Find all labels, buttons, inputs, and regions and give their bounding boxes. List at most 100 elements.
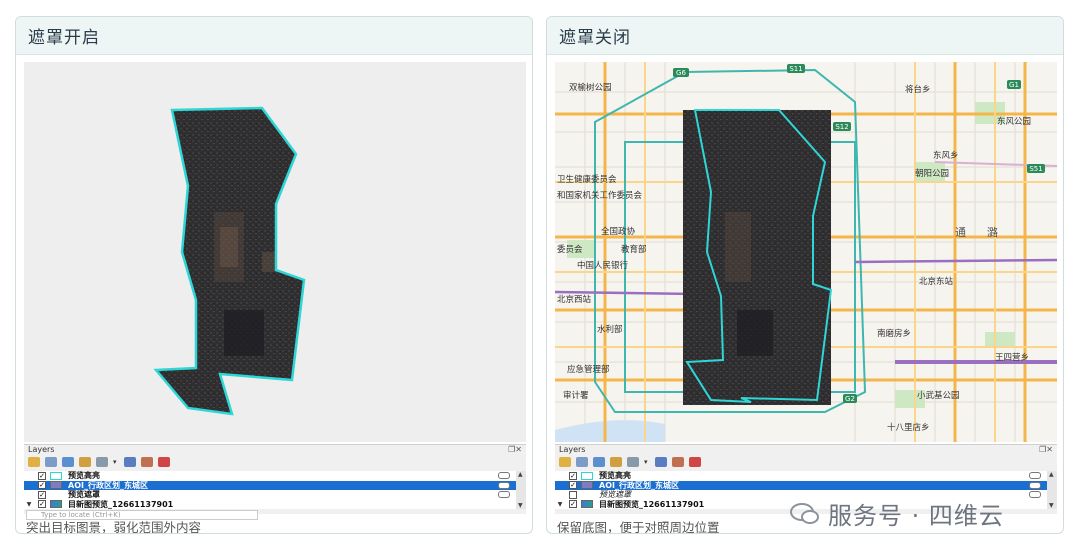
- layer-name: AOI_行政区划_东城区: [599, 480, 679, 490]
- shield-g6: G6: [676, 69, 686, 77]
- eye-icon[interactable]: [62, 457, 74, 467]
- layer-swatch: [581, 481, 593, 490]
- layer-checkbox[interactable]: [569, 490, 577, 499]
- map-label: 王四营乡: [995, 352, 1029, 363]
- layer-style-icon[interactable]: [498, 472, 510, 479]
- raster-icon: [581, 500, 593, 509]
- map-label: 北京东站: [919, 276, 954, 287]
- layer-checkbox[interactable]: ✓: [38, 490, 46, 499]
- map-label: 教育部: [621, 244, 647, 255]
- layer-row[interactable]: ✓ 预览遮罩: [24, 490, 516, 500]
- layer-style-icon[interactable]: [498, 481, 510, 489]
- panel-float-icon[interactable]: ❐✕: [1039, 445, 1053, 454]
- layer-style-icon[interactable]: [498, 491, 510, 498]
- layer-checkbox[interactable]: ✓: [569, 481, 577, 490]
- layer-row[interactable]: ✓ AOI_行政区划_东城区: [555, 480, 1047, 490]
- shield-s12: S12: [835, 123, 848, 131]
- expression-filter-icon[interactable]: [96, 457, 108, 467]
- mask-off-panel: 遮罩关闭 G6 S11 S12 G1 S51 G2 双榆树公园 卫生健康委员会 …: [546, 16, 1064, 534]
- scroll-down-icon[interactable]: ▼: [518, 502, 523, 509]
- map-label: 十八里店乡: [887, 422, 930, 433]
- layer-checkbox[interactable]: ✓: [569, 471, 577, 480]
- map-label: 南磨房乡: [877, 328, 911, 339]
- layer-style-icon[interactable]: [1029, 481, 1041, 489]
- layer-style-icon[interactable]: [1029, 472, 1041, 479]
- layers-title: Layers: [28, 445, 55, 454]
- layer-name: 预览高亮: [68, 471, 100, 481]
- layer-checkbox[interactable]: ✓: [569, 500, 577, 509]
- shield-s11: S11: [789, 65, 802, 73]
- panel-header: 遮罩开启: [16, 17, 532, 55]
- layer-row[interactable]: ✓ 预览高亮: [24, 471, 516, 481]
- expand-arrow-icon[interactable]: ▼: [555, 500, 565, 509]
- base-map: G6 S11 S12 G1 S51 G2 双榆树公园 卫生健康委员会 和国家机关…: [555, 62, 1057, 442]
- shield-g1: G1: [1009, 81, 1019, 89]
- remove-layer-icon[interactable]: [158, 457, 170, 467]
- layer-checkbox[interactable]: ✓: [38, 471, 46, 480]
- layer-row[interactable]: ✓ 预览高亮: [555, 471, 1047, 481]
- layer-style-icon[interactable]: [1029, 491, 1041, 498]
- panel-caption: 突出目标图景，弱化范围外内容: [26, 520, 202, 534]
- map-label: 全国政协: [601, 226, 636, 237]
- scroll-down-icon[interactable]: ▼: [1049, 502, 1054, 509]
- expression-filter-icon[interactable]: [627, 457, 639, 467]
- layer-swatch: [581, 490, 593, 499]
- layer-swatch: [50, 490, 62, 499]
- layer-row[interactable]: ▼ ✓ 目新图预览_12661137901: [24, 500, 516, 510]
- layer-name: AOI_行政区划_东城区: [68, 480, 148, 490]
- layers-panel: Layers ❐✕ ▾ ✓ 预览高亮 ✓: [24, 444, 526, 520]
- layer-swatch: [50, 481, 62, 490]
- map-label: 北京西站: [557, 294, 592, 305]
- eye-icon[interactable]: [593, 457, 605, 467]
- filter-icon[interactable]: [79, 457, 91, 467]
- expand-all-icon[interactable]: [124, 457, 136, 467]
- layer-row[interactable]: ✓ AOI_行政区划_东城区: [24, 480, 516, 490]
- panel-float-icon[interactable]: ❐✕: [508, 445, 522, 454]
- layer-list: ✓ 预览高亮 ✓ AOI_行政区划_东城区 ✓ 预览遮罩 ▼ ✓ 目新图预览_1…: [24, 471, 516, 509]
- add-group-icon[interactable]: [45, 457, 57, 467]
- layers-toolbar: ▾: [559, 455, 701, 469]
- scroll-up-icon[interactable]: ▲: [518, 471, 523, 478]
- map-label: 通: [955, 226, 966, 239]
- chevron-down-icon[interactable]: ▾: [644, 457, 650, 467]
- map-view-masked[interactable]: [24, 62, 526, 442]
- layer-checkbox[interactable]: ✓: [38, 500, 46, 509]
- map-label: 将台乡: [905, 84, 931, 95]
- layer-checkbox[interactable]: ✓: [38, 481, 46, 490]
- remove-layer-icon[interactable]: [689, 457, 701, 467]
- map-label: 中国人民银行: [577, 260, 629, 271]
- map-label: 东风乡: [933, 150, 959, 161]
- collapse-all-icon[interactable]: [141, 457, 153, 467]
- open-style-icon[interactable]: [28, 457, 40, 467]
- map-label: 和国家机关工作委员会: [557, 190, 643, 201]
- panel-title: 遮罩关闭: [559, 28, 631, 48]
- map-label: 委员会: [557, 244, 583, 255]
- chevron-down-icon[interactable]: ▾: [113, 457, 119, 467]
- shield-g2: G2: [845, 395, 855, 403]
- watermark-text: 服务号 · 四维云: [828, 502, 1004, 530]
- layer-scrollbar[interactable]: ▲ ▼: [516, 471, 526, 509]
- expand-all-icon[interactable]: [655, 457, 667, 467]
- panel-caption: 保留底图，便于对照周边位置: [557, 520, 720, 534]
- layer-name: 预览遮罩: [68, 490, 100, 500]
- map-label: 双榆树公园: [569, 82, 612, 93]
- layer-scrollbar[interactable]: ▲ ▼: [1047, 471, 1057, 509]
- layers-toolbar: ▾: [28, 455, 170, 469]
- map-label: 潞: [987, 225, 998, 239]
- layer-name: 预览遮罩: [599, 490, 631, 500]
- map-label: 应急管理部: [567, 364, 610, 375]
- raster-icon: [50, 500, 62, 509]
- chat-bubble-icon: [790, 502, 819, 524]
- scroll-up-icon[interactable]: ▲: [1049, 471, 1054, 478]
- shield-s51: S51: [1029, 165, 1042, 173]
- panel-title: 遮罩开启: [28, 28, 100, 48]
- layer-name: 目新图预览_12661137901: [68, 499, 174, 509]
- open-style-icon[interactable]: [559, 457, 571, 467]
- collapse-all-icon[interactable]: [672, 457, 684, 467]
- add-group-icon[interactable]: [576, 457, 588, 467]
- map-view-unmasked[interactable]: G6 S11 S12 G1 S51 G2 双榆树公园 卫生健康委员会 和国家机关…: [555, 62, 1057, 442]
- expand-arrow-icon[interactable]: ▼: [24, 500, 34, 509]
- map-label: 水利部: [597, 324, 623, 335]
- map-label: 东风公园: [997, 116, 1031, 127]
- filter-icon[interactable]: [610, 457, 622, 467]
